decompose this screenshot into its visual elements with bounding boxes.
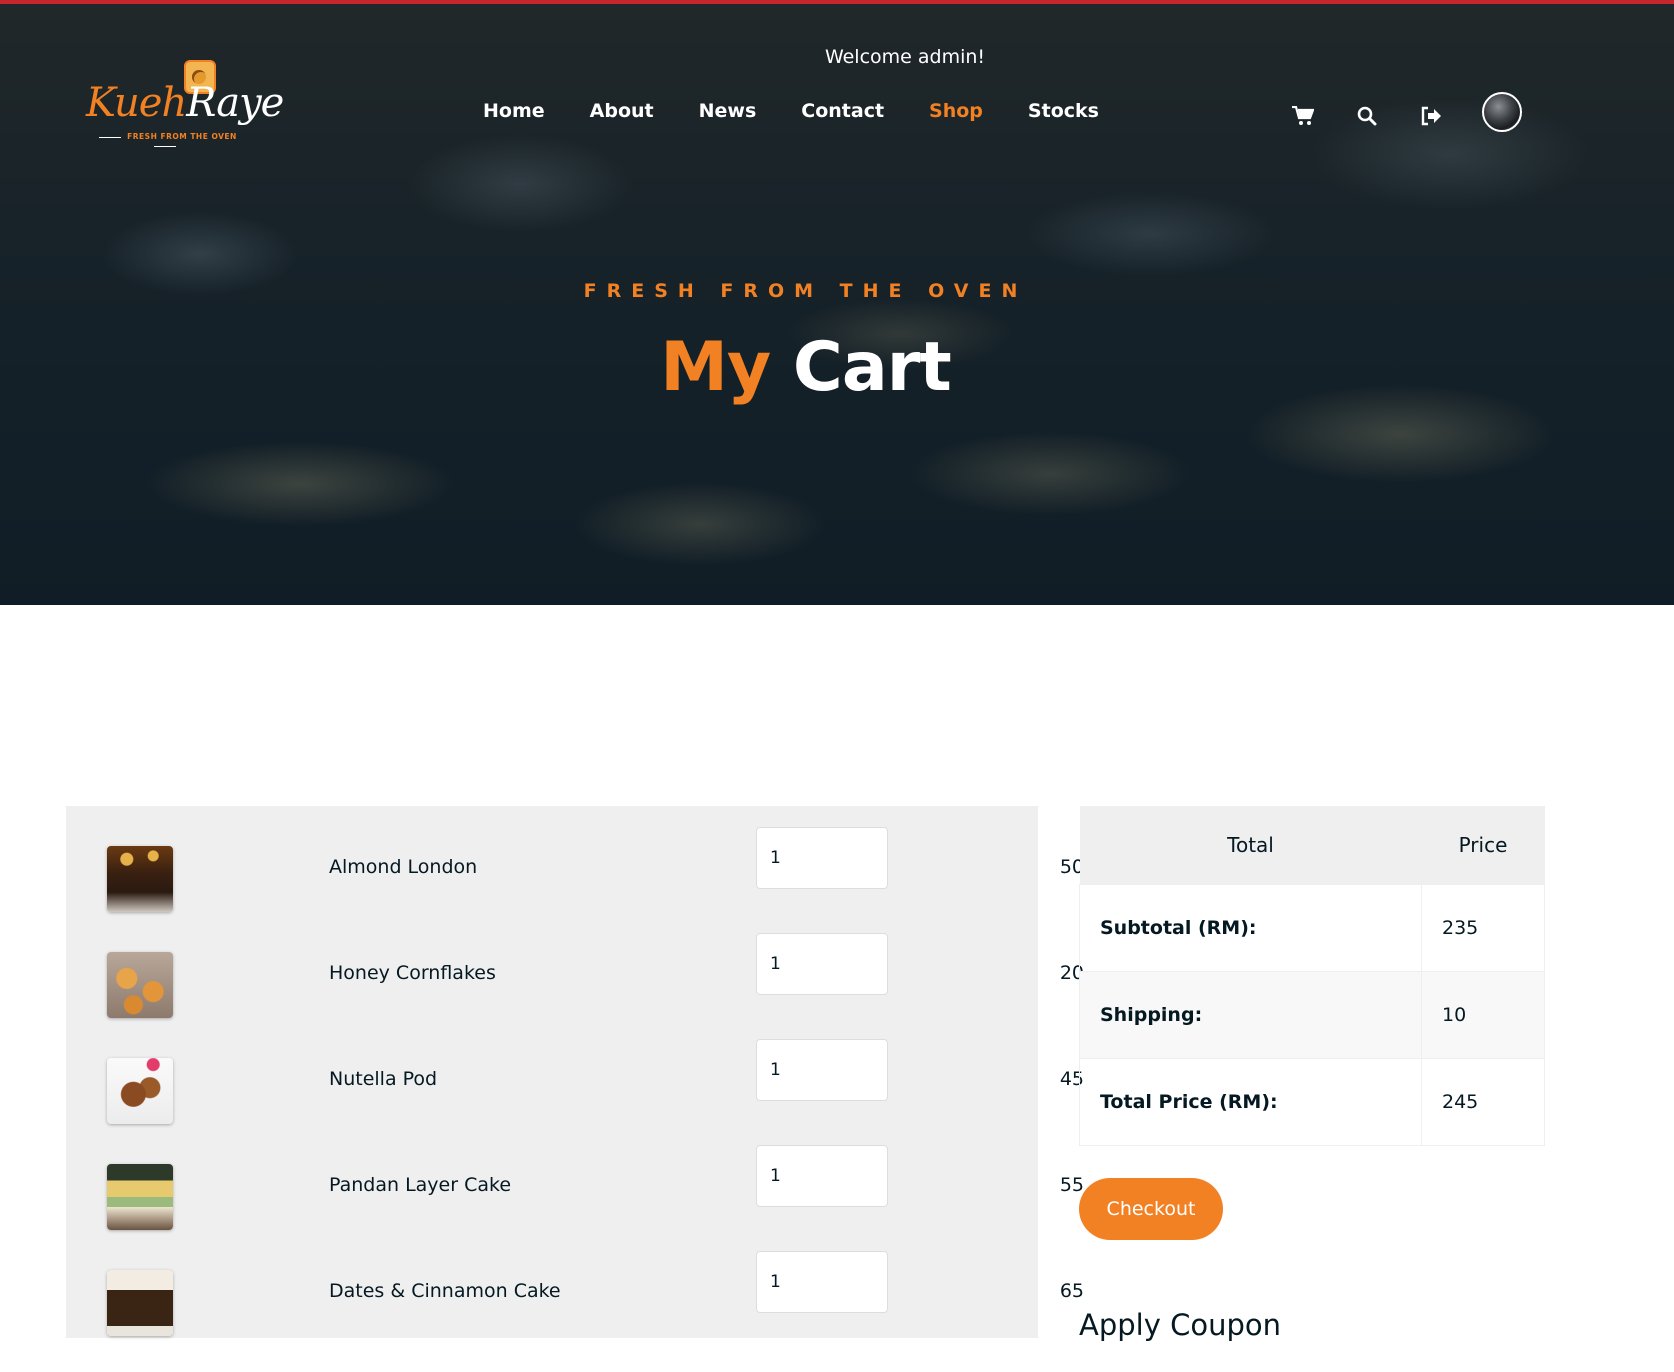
product-thumbnail: [107, 1164, 173, 1230]
column-header: Total: [1079, 806, 1422, 885]
search-icon[interactable]: [1356, 105, 1378, 127]
logo-tagline: FRESH FROM THE OVEN: [86, 132, 244, 150]
cart-row: Honey Cornflakes 20 1 20: [66, 912, 1084, 1018]
cart-row: Dates & Cinnamon Cake 65 1 65: [66, 1230, 1084, 1336]
logout-icon[interactable]: [1420, 105, 1442, 127]
product-total: 45: [1059, 1068, 1084, 1090]
summary-row: Total Price (RM): 245: [1079, 1058, 1545, 1146]
summary-value: 235: [1421, 884, 1545, 972]
product-thumbnail: [107, 952, 173, 1018]
avatar[interactable]: [1482, 92, 1522, 132]
nav-shop[interactable]: Shop: [929, 100, 983, 122]
nav-home[interactable]: Home: [483, 100, 545, 122]
nav-news[interactable]: News: [699, 100, 757, 122]
summary-row: Subtotal (RM): 235: [1079, 884, 1545, 972]
quantity-input[interactable]: 1: [756, 1251, 888, 1313]
column-header: Price: [1421, 806, 1545, 885]
product-thumbnail: [107, 846, 173, 912]
quantity-input[interactable]: 1: [756, 1145, 888, 1207]
product-name: Nutella Pod: [329, 1068, 438, 1090]
product-total: 65: [1059, 1280, 1084, 1302]
nav-stocks[interactable]: Stocks: [1028, 100, 1099, 122]
summary-label: Total Price (RM):: [1079, 1058, 1422, 1146]
apply-coupon-heading: Apply Coupon: [1079, 1308, 1281, 1342]
product-thumbnail: [107, 1270, 173, 1336]
cart-row: Almond London 50 1 50: [66, 806, 1084, 912]
product-thumbnail: [107, 1058, 173, 1124]
quantity-input[interactable]: 1: [756, 827, 888, 889]
welcome-message: Welcome admin!: [824, 46, 986, 68]
hero-subtitle: FRESH FROM THE OVEN: [583, 280, 1028, 302]
product-total: 55: [1059, 1174, 1084, 1196]
product-total: 20: [1059, 962, 1084, 984]
summary-label: Subtotal (RM):: [1079, 884, 1422, 972]
summary-value: 10: [1421, 971, 1545, 1059]
product-name: Pandan Layer Cake: [329, 1174, 512, 1196]
summary-value: 245: [1421, 1058, 1545, 1146]
product-name: Almond London: [329, 856, 478, 878]
hero-banner: KuehRaye FRESH FROM THE OVEN Welcome adm…: [0, 0, 1674, 605]
page-title: My Cart: [660, 328, 952, 407]
cart-table: Almond London 50 1 50 Honey Cornflakes 2…: [66, 806, 1084, 1338]
summary-row: Shipping: 10: [1079, 971, 1545, 1059]
summary-label: Shipping:: [1079, 971, 1422, 1059]
logo-text: KuehRaye: [86, 80, 284, 126]
header-icons: [1292, 92, 1522, 132]
cart-row: Nutella Pod 45 1 45: [66, 1018, 1084, 1124]
cart-row: Pandan Layer Cake 55 1 55: [66, 1124, 1084, 1230]
order-summary-table: Total Price Subtotal (RM): 235 Shipping:…: [1079, 806, 1545, 1146]
checkout-button[interactable]: Checkout: [1079, 1178, 1223, 1240]
product-name: Honey Cornflakes: [329, 962, 496, 984]
cart-icon[interactable]: [1292, 105, 1314, 127]
product-total: 50: [1059, 856, 1084, 878]
main-nav: Home About News Contact Shop Stocks: [483, 100, 1144, 122]
nav-contact[interactable]: Contact: [801, 100, 884, 122]
product-name: Dates & Cinnamon Cake: [329, 1280, 561, 1302]
nav-about[interactable]: About: [590, 100, 654, 122]
quantity-input[interactable]: 1: [756, 933, 888, 995]
quantity-input[interactable]: 1: [756, 1039, 888, 1101]
